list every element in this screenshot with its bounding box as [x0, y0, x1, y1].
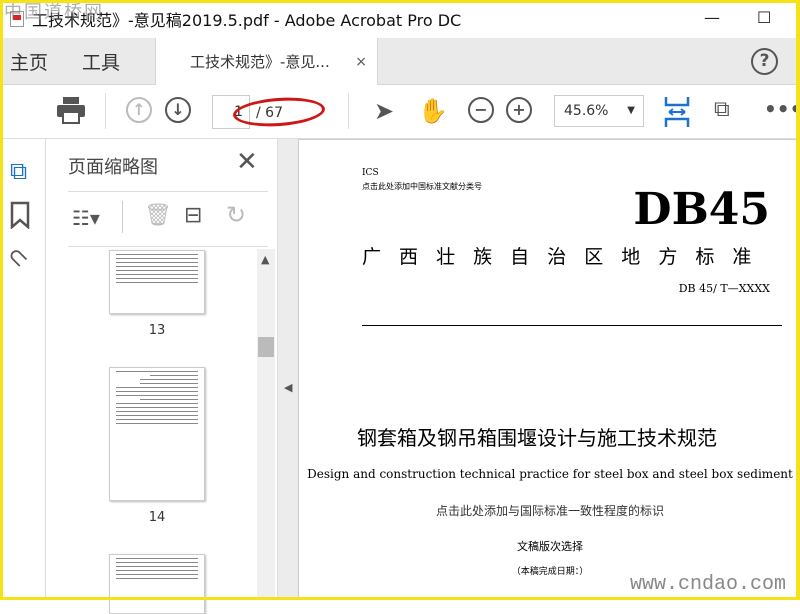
- ics-label: ICS: [362, 168, 379, 178]
- hand-tool-icon[interactable]: ✋: [418, 97, 448, 125]
- previous-page-icon[interactable]: ↑: [126, 97, 152, 123]
- thumbnail-scrollbar[interactable]: ▲: [257, 249, 275, 600]
- thumbnails-panel: 页面缩略图 ✕ ☷▾ 🗑 ⊟ ↻ 13 14: [46, 139, 277, 614]
- rotate-icon[interactable]: ↻: [226, 201, 246, 229]
- authority-title: 广 西 壮 族 自 治 区 地 方 标 准: [362, 246, 758, 268]
- thumbnail-label: 13: [148, 323, 166, 338]
- attachment-icon[interactable]: ⊂: [1, 240, 35, 274]
- tab-bar: 主页 工具 工技术规范》-意见... × ?: [0, 38, 800, 85]
- divider: [362, 325, 782, 326]
- scrollbar-thumb[interactable]: [258, 337, 274, 357]
- thumbnail-label: 14: [148, 510, 166, 525]
- draft-version[interactable]: 文稿版次选择: [299, 538, 800, 554]
- more-icon[interactable]: •••: [764, 97, 800, 121]
- next-page-icon[interactable]: ↓: [165, 97, 191, 123]
- close-panel-icon[interactable]: ✕: [236, 147, 258, 177]
- page-layout-icon[interactable]: ⧉: [714, 97, 730, 122]
- select-cursor-icon[interactable]: ➤: [374, 97, 394, 125]
- delete-icon[interactable]: 🗑: [144, 203, 172, 228]
- tab-tools[interactable]: 工具: [82, 48, 120, 75]
- bookmark-icon[interactable]: [10, 201, 30, 233]
- collapse-panel-handle[interactable]: ◀: [277, 139, 298, 600]
- zoom-out-icon[interactable]: −: [468, 97, 494, 123]
- maximize-button[interactable]: ☐: [757, 8, 771, 27]
- title-english: Design and construction technical practi…: [307, 467, 793, 481]
- thumbnail-page-14[interactable]: [109, 367, 205, 501]
- fit-page-icon[interactable]: [664, 95, 690, 133]
- title-chinese: 钢套箱及钢吊箱围堰设计与施工技术规范: [357, 426, 717, 450]
- collapse-arrow-icon: ◀: [284, 381, 293, 394]
- standard-code: DB45: [633, 184, 770, 235]
- title-bar: 工技术规范》-意见稿2019.5.pdf - Adobe Acrobat Pro…: [0, 0, 800, 38]
- standard-number: DB 45/ T—XXXX: [678, 282, 770, 295]
- tab-document-label: 工技术规范》-意见...: [190, 53, 330, 71]
- consistency-text[interactable]: 点击此处添加与国际标准一致性程度的标识: [299, 502, 800, 519]
- classification-text[interactable]: 点击此处添加中国标准文献分类号: [362, 181, 482, 192]
- toolbar: ↑ ↓ 1 / 67 ➤ ✋ − + 45.6% ▼ ⧉ •••: [0, 85, 800, 139]
- minimize-button[interactable]: —: [704, 8, 720, 27]
- tab-document[interactable]: 工技术规范》-意见... ×: [155, 38, 378, 85]
- panel-title: 页面缩略图: [68, 157, 158, 178]
- scroll-up-icon[interactable]: ▲: [261, 253, 269, 266]
- thumbnail-options-icon[interactable]: ☷▾: [72, 206, 100, 230]
- watermark-bottom: www.cndao.com: [629, 573, 786, 596]
- zoom-value: 45.6%: [564, 103, 609, 119]
- zoom-select[interactable]: 45.6% ▼: [554, 95, 644, 127]
- zoom-in-icon[interactable]: +: [506, 97, 532, 123]
- tab-home[interactable]: 主页: [10, 48, 48, 75]
- navigation-rail: ⧉ ⊂: [0, 139, 46, 600]
- close-tab-icon[interactable]: ×: [355, 54, 367, 70]
- insert-page-icon[interactable]: ⊟: [184, 203, 202, 228]
- thumbnail-page-15[interactable]: [109, 554, 205, 614]
- pdf-page: ICS 点击此处添加中国标准文献分类号 DB45 广 西 壮 族 自 治 区 地…: [298, 139, 800, 600]
- thumbnail-page-13[interactable]: [109, 250, 205, 314]
- help-icon[interactable]: ?: [751, 48, 778, 75]
- page-thumbnails-icon[interactable]: ⧉: [10, 157, 27, 185]
- watermark-top: 中国道桥网: [4, 2, 104, 23]
- print-icon[interactable]: [56, 96, 86, 128]
